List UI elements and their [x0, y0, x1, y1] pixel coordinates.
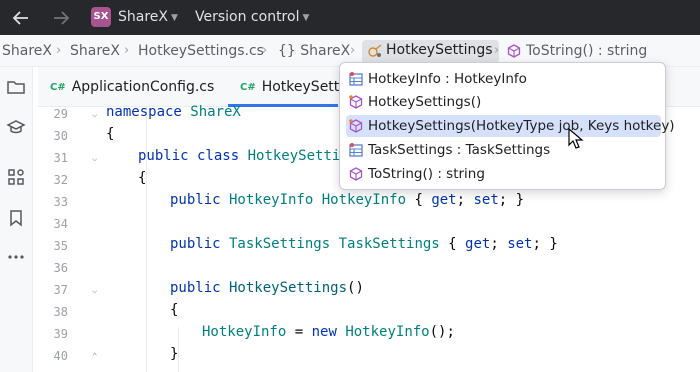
chevron-right-icon: › — [494, 43, 500, 58]
title-bar: SX ShareX ▼ Version control ▼ — [0, 0, 700, 35]
chevron-down-icon: ▼ — [171, 13, 178, 23]
popup-item-hotkeysettings-ctor[interactable]: HotkeySettings() — [346, 91, 661, 113]
line-number: 33 — [53, 195, 68, 209]
code-line: public class HotkeySettin — [138, 148, 349, 164]
tab-label: HotkeySetti — [261, 79, 344, 95]
breadcrumb-item[interactable]: ShareX — [70, 43, 120, 59]
folder-icon[interactable] — [6, 77, 26, 97]
breadcrumb-active-label: HotkeySettings — [386, 42, 493, 58]
forward-arrow-icon[interactable] — [50, 7, 72, 29]
project-name[interactable]: ShareX ▼ — [118, 9, 178, 25]
property-icon — [348, 71, 364, 87]
code-line: { — [106, 126, 115, 142]
tab-label: ApplicationConfig.cs — [71, 79, 215, 95]
popup-item-label: HotkeyInfo : HotkeyInfo — [368, 71, 527, 87]
tab-application-config[interactable]: C# ApplicationConfig.cs — [50, 79, 214, 95]
code-line: { — [170, 302, 179, 318]
fold-chevron-icon[interactable]: ⌵ — [92, 154, 97, 164]
fold-chevron-icon[interactable]: ⌵ — [92, 110, 97, 120]
line-number: 32 — [53, 173, 68, 187]
method-icon — [348, 94, 364, 110]
breadcrumb-item-active[interactable]: HotkeySettings — [362, 40, 499, 64]
popup-item-hotkeyinfo[interactable]: HotkeyInfo : HotkeyInfo — [346, 68, 661, 90]
popup-item-label: HotkeySettings(HotkeyType job, Keys hotk… — [368, 118, 675, 134]
breadcrumb-item[interactable]: ToString() : string — [506, 43, 647, 59]
csharp-file-icon: C# — [240, 82, 256, 93]
chevron-right-icon: › — [124, 43, 130, 58]
line-number: 30 — [53, 129, 68, 143]
popup-item-label: ToString() : string — [368, 166, 485, 182]
line-number: 31 — [53, 151, 68, 165]
line-number: 34 — [53, 217, 68, 231]
mouse-pointer-icon — [568, 127, 584, 150]
bookmark-icon[interactable] — [6, 208, 26, 228]
property-icon — [348, 142, 364, 158]
popup-item-label: HotkeySettings() — [368, 94, 482, 110]
back-arrow-icon[interactable] — [10, 7, 32, 29]
line-number: 37 — [53, 283, 68, 297]
version-control-menu[interactable]: Version control ▼ — [195, 9, 309, 25]
line-number: 36 — [53, 261, 68, 275]
popup-item-tostring[interactable]: ToString() : string — [346, 163, 661, 185]
line-number: 35 — [53, 239, 68, 253]
code-line: public HotkeyInfo HotkeyInfo { get; set;… — [170, 192, 525, 208]
breadcrumb-item[interactable]: HotkeySettings.cs — [138, 43, 264, 59]
code-line: } — [170, 346, 179, 362]
fold-end-icon[interactable]: ⌃ — [92, 352, 97, 362]
class-icon — [367, 43, 383, 63]
csharp-file-icon: C# — [50, 82, 66, 93]
method-icon — [348, 118, 364, 134]
indent-guide — [146, 107, 147, 372]
project-badge[interactable]: SX — [91, 7, 111, 27]
line-number: 39 — [53, 327, 68, 341]
breadcrumb-members-popup: HotkeyInfo : HotkeyInfo HotkeySettings()… — [339, 62, 675, 190]
breadcrumb-item[interactable]: {} ShareX — [278, 43, 350, 59]
code-line: namespace ShareX — [106, 104, 241, 120]
tool-window-strip — [0, 67, 33, 372]
chevron-right-icon: › — [350, 43, 356, 58]
chevron-right-icon: › — [262, 43, 268, 58]
breadcrumb-last-label: ToString() : string — [526, 43, 648, 59]
method-icon — [348, 166, 364, 182]
line-number: 29 — [53, 107, 68, 121]
code-line: HotkeyInfo = new HotkeyInfo(); — [202, 324, 455, 340]
more-icon[interactable] — [6, 247, 26, 267]
code-line: { — [138, 170, 147, 186]
method-icon — [506, 43, 522, 63]
project-name-label: ShareX — [118, 9, 168, 25]
chevron-right-icon: › — [56, 43, 62, 58]
version-control-label: Version control — [195, 9, 300, 25]
line-number-gutter: 29 30 31 32 33 34 35 36 37 38 39 40 ⌵ ⌵ … — [38, 107, 104, 372]
chevron-down-icon: ▼ — [302, 13, 310, 23]
popup-item-label: TaskSettings : TaskSettings — [368, 142, 551, 158]
tab-hotkey-settings[interactable]: C# HotkeySetti — [240, 79, 343, 95]
popup-item-hotkeysettings-ctor-params[interactable]: HotkeySettings(HotkeyType job, Keys hotk… — [346, 115, 675, 137]
fold-chevron-icon[interactable]: ⌵ — [92, 286, 97, 296]
line-number: 38 — [53, 305, 68, 319]
line-number: 40 — [53, 349, 68, 363]
code-line: public TaskSettings TaskSettings { get; … — [170, 236, 558, 252]
popup-item-tasksettings[interactable]: TaskSettings : TaskSettings — [346, 139, 661, 161]
code-line: public HotkeySettings() — [170, 280, 364, 296]
structure-icon[interactable] — [6, 167, 26, 187]
breadcrumb-item[interactable]: ShareX — [2, 43, 52, 59]
graduation-cap-icon[interactable] — [6, 117, 26, 137]
